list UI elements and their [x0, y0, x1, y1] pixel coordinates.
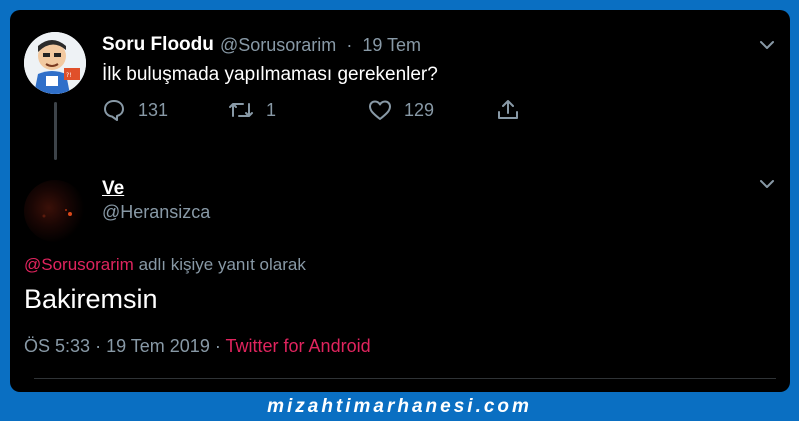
- tweet-timestamp-line: ÖS 5:33 · 19 Tem 2019 · Twitter for Andr…: [24, 336, 371, 357]
- retweet-icon: [229, 103, 253, 117]
- reply-context-label: adlı kişiye yanıt olarak: [138, 255, 306, 274]
- display-name[interactable]: Soru Floodu: [102, 34, 214, 56]
- chevron-down-icon[interactable]: [758, 175, 776, 193]
- source-link[interactable]: Twitter for Android: [226, 336, 371, 356]
- svg-text:?!: ?!: [66, 72, 72, 79]
- avatar[interactable]: [24, 180, 86, 242]
- reply-count: 131: [138, 99, 169, 120]
- avatar[interactable]: ?!: [24, 32, 86, 94]
- divider: [34, 378, 776, 379]
- handle[interactable]: @Heransizca: [102, 202, 210, 223]
- tweet-meta: @Sorusorarim · 19 Tem: [220, 35, 426, 56]
- tweet-card: ?! Soru Floodu @Sorusorarim · 19 Tem İlk…: [10, 10, 790, 392]
- tweet-date[interactable]: 19 Tem: [362, 35, 421, 55]
- like-button[interactable]: 129: [368, 96, 434, 124]
- reply-context: @Sorusorarim adlı kişiye yanıt olarak: [24, 255, 306, 275]
- tweet-text: İlk buluşmada yapılmaması gerekenler?: [102, 64, 438, 85]
- tweet-date[interactable]: 19 Tem 2019: [106, 336, 210, 356]
- share-icon: [498, 100, 518, 119]
- tweet-time[interactable]: ÖS 5:33: [24, 336, 90, 356]
- tweet-text: Bakiremsin: [24, 284, 158, 314]
- retweet-count: 1: [266, 99, 277, 120]
- watermark: mizahtimarhanesi.com: [267, 396, 532, 417]
- tweet-actions: 131 1 129: [102, 96, 522, 124]
- separator: ·: [346, 35, 353, 55]
- handle[interactable]: @Sorusorarim: [220, 35, 336, 55]
- separator: ·: [95, 336, 102, 356]
- reply-icon: [104, 100, 124, 121]
- like-count: 129: [404, 99, 435, 120]
- reply-button[interactable]: 131: [102, 96, 168, 124]
- thread-line: [54, 102, 57, 160]
- separator: ·: [214, 336, 221, 356]
- share-button[interactable]: [496, 96, 532, 124]
- retweet-button[interactable]: 1: [228, 96, 276, 124]
- mention-link[interactable]: @Sorusorarim: [24, 255, 134, 274]
- chevron-down-icon[interactable]: [758, 36, 776, 54]
- like-icon: [369, 100, 391, 120]
- display-name[interactable]: Ve: [102, 178, 124, 200]
